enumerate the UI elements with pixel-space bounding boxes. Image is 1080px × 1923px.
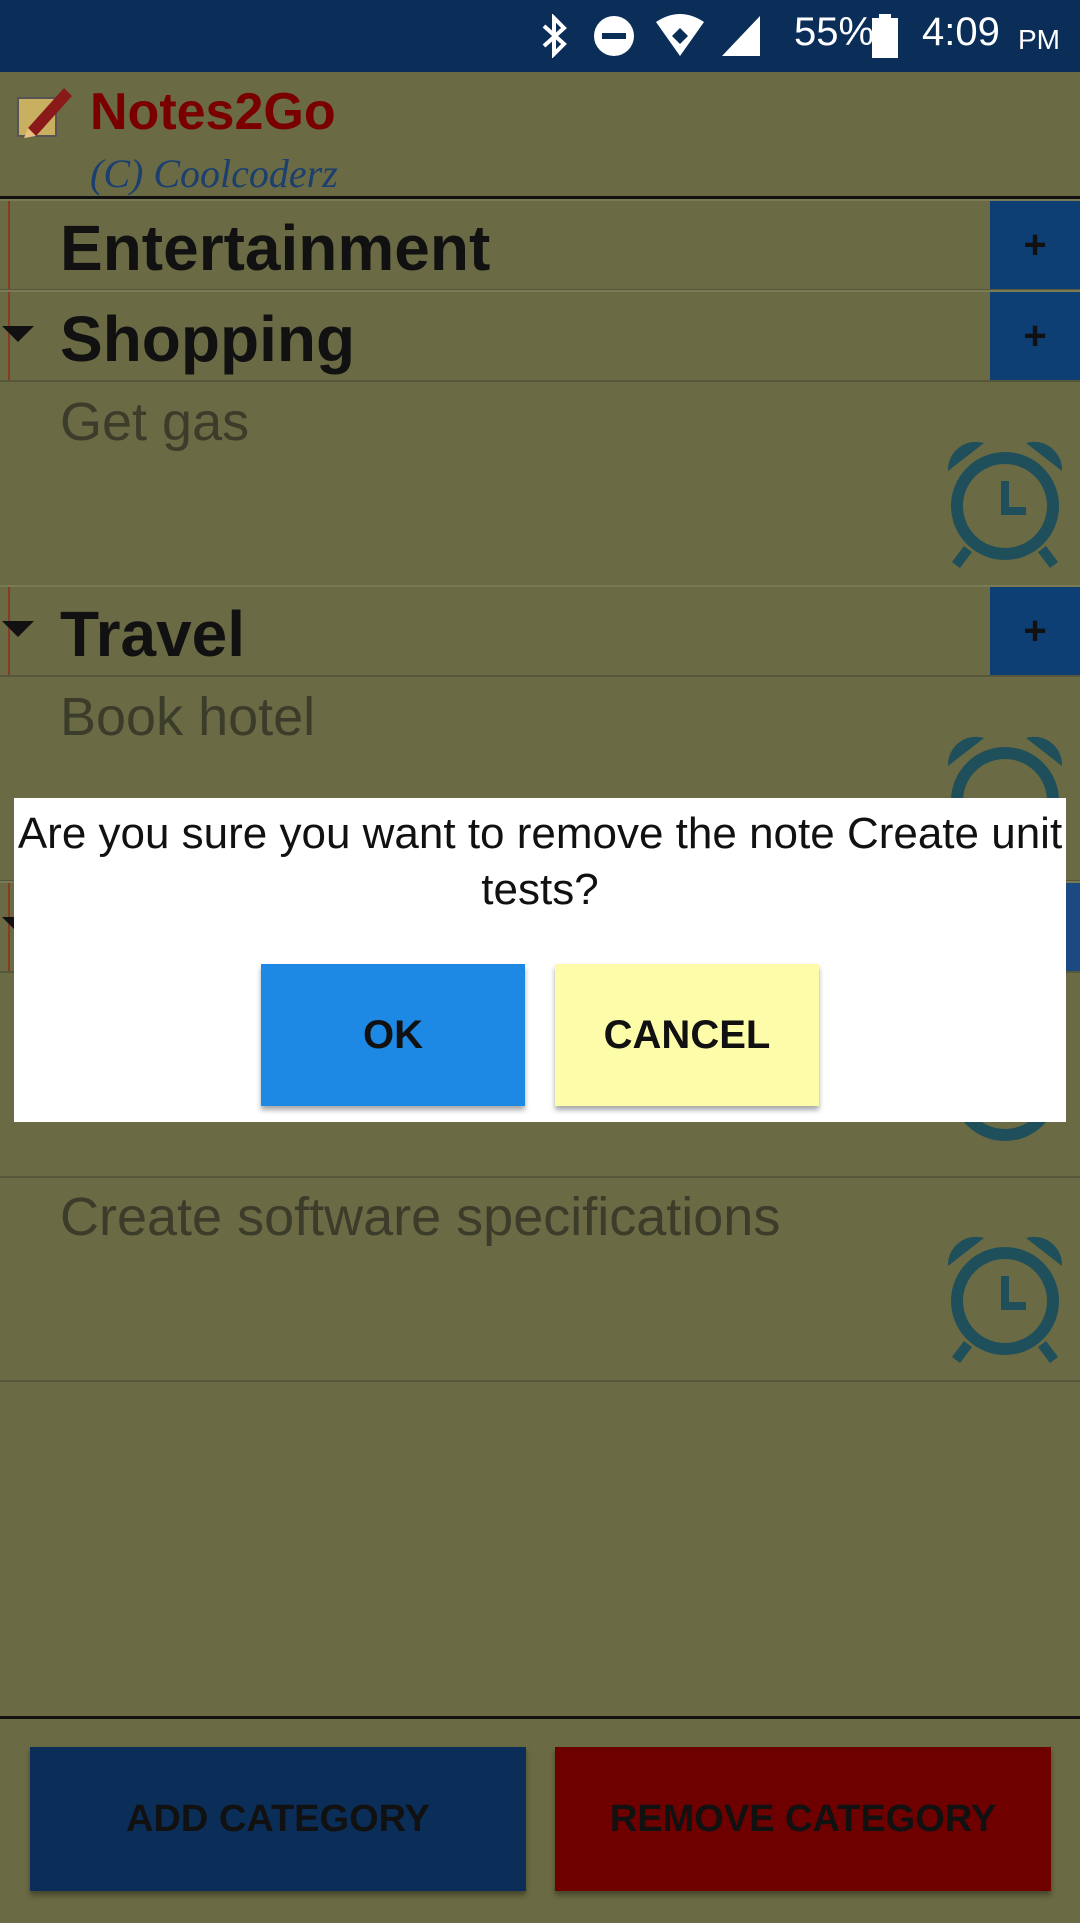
confirm-remove-dialog: Are you sure you want to remove the note… bbox=[14, 798, 1066, 1122]
category-marker bbox=[8, 201, 10, 289]
do-not-disturb-icon bbox=[594, 16, 634, 56]
battery-percent: 55% bbox=[794, 10, 875, 54]
add-category-button[interactable]: ADD CATEGORY bbox=[30, 1747, 526, 1891]
remove-category-button[interactable]: REMOVE CATEGORY bbox=[555, 1747, 1051, 1891]
pencil-icon bbox=[17, 88, 72, 138]
note-label: Create software specifications bbox=[60, 1187, 781, 1247]
bluetooth-icon bbox=[542, 14, 567, 58]
category-row-shopping[interactable]: Shopping + bbox=[0, 290, 1080, 382]
status-bar: 55% 4:09 PM bbox=[0, 0, 1080, 72]
bottom-bar: ADD CATEGORY REMOVE CATEGORY bbox=[0, 1716, 1080, 1923]
dialog-message: Are you sure you want to remove the note… bbox=[17, 809, 1063, 914]
note-row-create-software-specifications[interactable]: Create software specifications bbox=[0, 1176, 1080, 1382]
battery-icon bbox=[872, 14, 898, 58]
app-header: Notes2Go (C) Coolcoderz bbox=[0, 72, 1080, 199]
cancel-button[interactable]: CANCEL bbox=[555, 964, 819, 1106]
category-row-entertainment[interactable]: Entertainment + bbox=[0, 199, 1080, 291]
add-note-button[interactable]: + bbox=[990, 201, 1080, 289]
category-label: Travel bbox=[60, 598, 246, 670]
clock-time: 4:09 bbox=[922, 10, 1000, 54]
alarm-clock-icon[interactable] bbox=[940, 431, 1070, 571]
category-row-travel[interactable]: Travel + bbox=[0, 585, 1080, 677]
ok-button[interactable]: OK bbox=[261, 964, 525, 1106]
category-label: Entertainment bbox=[60, 212, 491, 284]
app-title: Notes2Go bbox=[90, 83, 336, 141]
expand-arrow-icon[interactable] bbox=[2, 326, 34, 342]
note-row-get-gas[interactable]: Get gas bbox=[0, 381, 1080, 587]
add-note-button[interactable]: + bbox=[990, 292, 1080, 380]
category-label: Shopping bbox=[60, 303, 356, 375]
note-label: Get gas bbox=[60, 392, 250, 452]
note-label: Book hotel bbox=[60, 687, 316, 747]
app-copyright: (C) Coolcoderz bbox=[90, 151, 338, 196]
alarm-clock-icon[interactable] bbox=[940, 1226, 1070, 1366]
wifi-icon bbox=[656, 14, 704, 56]
expand-arrow-icon[interactable] bbox=[2, 621, 34, 637]
cell-signal-icon bbox=[722, 16, 760, 56]
clock-ampm: PM bbox=[1018, 24, 1060, 55]
add-note-button[interactable]: + bbox=[990, 587, 1080, 675]
